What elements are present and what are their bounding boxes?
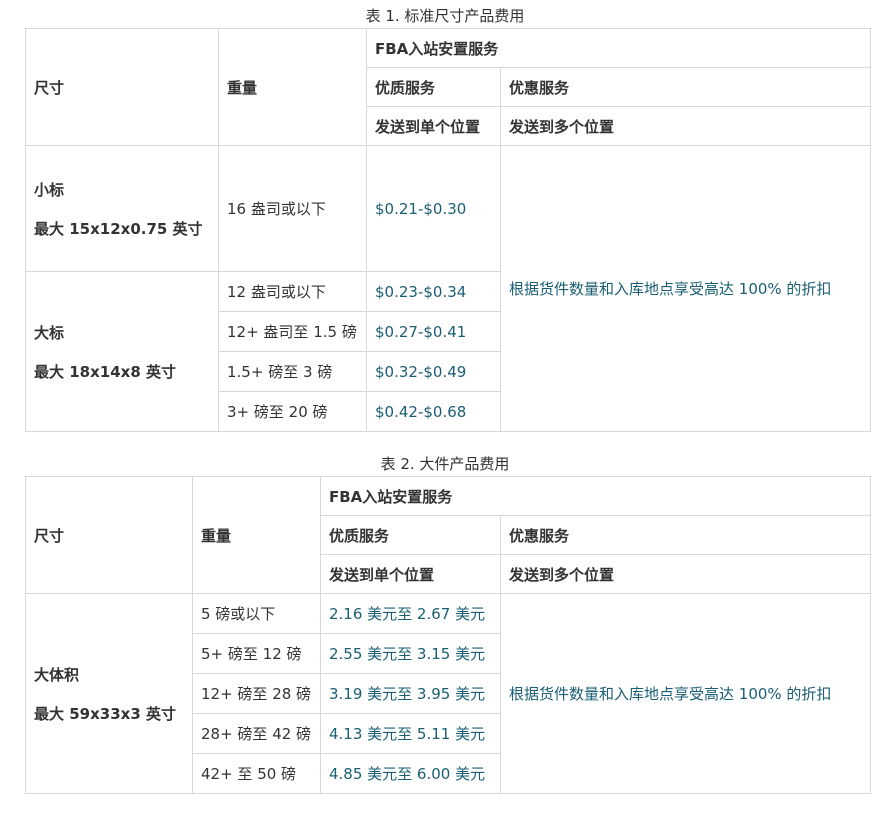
bulky-fee-table: 尺寸 重量 FBA入站安置服务 优质服务 优惠服务 发送到单个位置 发送到多个位… <box>25 476 872 794</box>
header-weight: 重量 <box>218 28 367 146</box>
size-name: 小标 <box>34 180 65 199</box>
size-dims: 最大 15x12x0.75 英寸 <box>34 219 203 238</box>
header-service-group: FBA入站安置服务 <box>365 28 872 68</box>
weight-cell: 1.5+ 磅至 3 磅 <box>218 351 367 392</box>
weight-cell: 28+ 磅至 42 磅 <box>192 713 321 754</box>
header-discount: 优惠服务 <box>499 515 872 555</box>
header-discount-sub: 发送到多个位置 <box>499 554 872 594</box>
weight-cell: 12 盎司或以下 <box>218 271 367 312</box>
table2-caption: 表 2. 大件产品费用 <box>380 455 510 473</box>
size-dims: 最大 59x33x3 英寸 <box>34 704 176 723</box>
weight-cell: 3+ 磅至 20 磅 <box>218 391 367 432</box>
size-large-standard: 大标 最大 18x14x8 英寸 <box>25 271 219 432</box>
price-cell: 2.55 美元至 3.15 美元 <box>320 633 501 674</box>
price-cell: $0.32-$0.49 <box>366 351 501 392</box>
price-cell: $0.23-$0.34 <box>366 271 501 312</box>
header-premium-sub: 发送到单个位置 <box>366 106 501 146</box>
weight-cell: 5 磅或以下 <box>192 593 321 634</box>
header-premium: 优质服务 <box>366 67 501 107</box>
weight-cell: 12+ 盎司至 1.5 磅 <box>218 311 367 352</box>
standard-size-fee-table: 尺寸 重量 FBA入站安置服务 优质服务 优惠服务 发送到单个位置 发送到多个位… <box>25 28 872 432</box>
weight-cell: 16 盎司或以下 <box>218 145 367 272</box>
header-service-group: FBA入站安置服务 <box>319 476 872 516</box>
price-cell: $0.27-$0.41 <box>366 311 501 352</box>
discount-note: 根据货件数量和入库地点享受高达 100% 的折扣 <box>499 593 872 794</box>
header-weight: 重量 <box>192 476 321 594</box>
weight-cell: 5+ 磅至 12 磅 <box>192 633 321 674</box>
header-premium: 优质服务 <box>320 515 501 555</box>
discount-note: 根据货件数量和入库地点享受高达 100% 的折扣 <box>499 145 872 432</box>
header-discount-sub: 发送到多个位置 <box>499 106 872 146</box>
weight-cell: 42+ 至 50 磅 <box>192 753 321 794</box>
size-name: 大体积 <box>34 665 80 684</box>
size-small-standard: 小标 最大 15x12x0.75 英寸 <box>25 145 219 272</box>
price-cell: 4.85 美元至 6.00 美元 <box>320 753 501 794</box>
weight-cell: 12+ 磅至 28 磅 <box>192 673 321 714</box>
size-bulky: 大体积 最大 59x33x3 英寸 <box>25 593 193 794</box>
size-dims: 最大 18x14x8 英寸 <box>34 362 176 381</box>
header-premium-sub: 发送到单个位置 <box>320 554 501 594</box>
price-cell: 4.13 美元至 5.11 美元 <box>320 713 501 754</box>
table1-caption: 表 1. 标准尺寸产品费用 <box>365 7 525 25</box>
header-size: 尺寸 <box>25 28 219 146</box>
price-cell: $0.42-$0.68 <box>366 391 501 432</box>
price-cell: 2.16 美元至 2.67 美元 <box>320 593 501 634</box>
header-size: 尺寸 <box>25 476 193 594</box>
size-name: 大标 <box>34 323 65 342</box>
price-cell: 3.19 美元至 3.95 美元 <box>320 673 501 714</box>
price-cell: $0.21-$0.30 <box>366 145 501 272</box>
header-discount: 优惠服务 <box>499 67 872 107</box>
